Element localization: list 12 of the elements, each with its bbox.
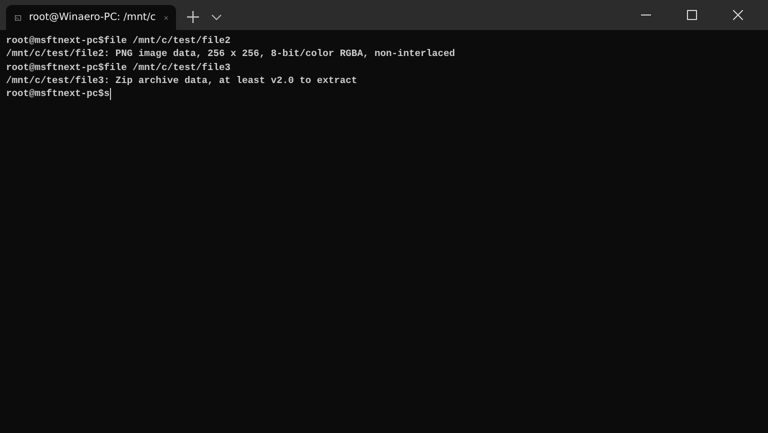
terminal-line: root@msftnext-pc$file /mnt/c/test/file3 — [6, 62, 231, 73]
tab-title: root@Winaero-PC: /mnt/c — [29, 12, 156, 23]
terminal-line: /mnt/c/test/file2: PNG image data, 256 x 256, 8-bit/color RGBA, non-interlaced — [6, 48, 456, 60]
maximize-icon[interactable] — [687, 10, 697, 20]
terminal-line: /mnt/c/test/file3: Zip archive data, at least v2.0 to extract — [6, 75, 358, 86]
dropdown-icon[interactable] — [211, 14, 222, 21]
terminal-line: root@msftnext-pc$file /mnt/c/test/file2 — [6, 35, 231, 46]
tab[interactable]: root@Winaero-PC: /mnt/c — [6, 5, 176, 30]
close-icon[interactable] — [733, 10, 743, 20]
text-cursor — [110, 88, 111, 100]
new-tab-icon[interactable] — [187, 11, 199, 23]
terminal-line: root@msftnext-pc$s — [6, 88, 110, 100]
